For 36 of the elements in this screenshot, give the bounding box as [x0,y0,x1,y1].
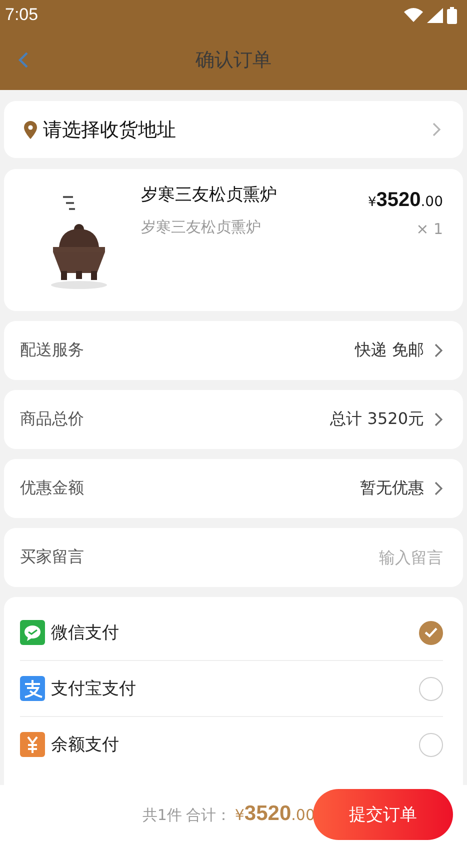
chevron-right-icon [432,122,441,137]
row-label: 商品总价 [20,409,85,430]
yuan-coin-icon [20,732,45,757]
message-field[interactable]: 输入留言 [293,548,443,567]
payment-option[interactable]: 支付宝支付 [51,677,419,700]
status-time: 7:05 [5,5,40,25]
chat-bubble-icon [20,620,45,645]
location-pin-icon [24,120,37,138]
chevron-right-icon [434,343,443,358]
row-value[interactable]: 暂无优惠 [360,478,424,499]
row-value[interactable]: 总计 3520元 [330,409,424,430]
battery-icon [447,6,457,24]
payment-app-icon [20,676,45,701]
radio-button[interactable] [419,732,443,756]
total-amount: ¥3520.00 [234,802,315,826]
page-title: 确认订单 [196,48,272,73]
checkmark-icon [424,627,438,638]
product-price: ¥3520.00 [368,189,443,212]
total-label: 合计： [186,806,231,825]
row-label: 买家留言 [20,547,85,568]
product-name: 岁寒三友松贞熏炉 [141,184,278,206]
submit-order-button[interactable]: 提交订单 [313,788,453,840]
chevron-right-icon [434,481,443,496]
wifi-icon [404,8,423,22]
product-spec: 岁寒三友松贞熏炉 [141,218,262,237]
product-quantity: × 1 [415,220,443,238]
row-label: 优惠金额 [20,478,85,499]
checked-radio[interactable] [419,620,443,644]
payment-option[interactable]: 微信支付 [51,621,419,644]
row-value[interactable]: 快递 免邮 [354,340,424,361]
radio-button[interactable] [419,676,443,700]
signal-icon [427,8,443,22]
chevron-right-icon [434,412,443,427]
row-label: 配送服务 [20,340,85,361]
item-count: 共1件 [142,806,182,825]
payment-option[interactable]: 余额支付 [51,733,419,756]
